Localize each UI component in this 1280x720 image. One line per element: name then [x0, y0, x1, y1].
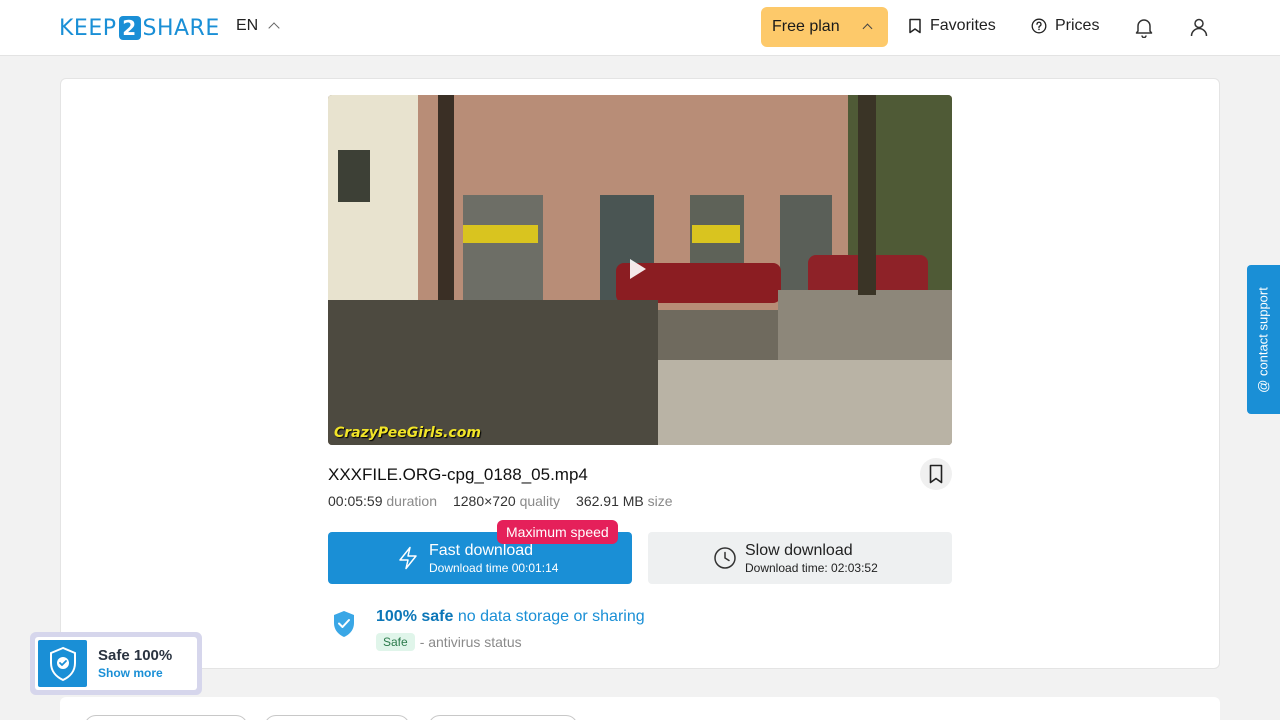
lower-card [60, 697, 1220, 720]
file-meta: 00:05:59 duration 1280×720 quality 362.9… [328, 493, 673, 509]
antivirus-status-label: - antivirus status [419, 634, 522, 650]
quality-label: quality [519, 493, 561, 509]
quality-value: 1280×720 [452, 493, 516, 509]
chevron-up-icon [268, 22, 280, 34]
plan-dropdown-button[interactable]: Free plan [761, 7, 888, 47]
file-name: XXXFILE.ORG-cpg_0188_05.mp4 [328, 465, 588, 484]
clock-icon [714, 547, 736, 569]
prices-label: Prices [1055, 17, 1100, 34]
bookmark-icon [929, 464, 943, 484]
maximum-speed-badge: Maximum speed [497, 520, 618, 544]
language-selector[interactable]: EN [236, 17, 280, 35]
safe-widget-shield [38, 640, 87, 687]
lower-tab-pill[interactable] [84, 715, 248, 720]
slow-download-button[interactable]: Slow download Download time: 02:03:52 [648, 532, 952, 584]
logo-text-right: SHARE [142, 15, 220, 41]
shield-check-icon [49, 646, 76, 681]
prices-link[interactable]: Prices [1031, 17, 1099, 35]
size-value: 362.91 MB [576, 493, 644, 509]
lightning-icon [399, 546, 417, 570]
safety-rest-text: no data storage or sharing [457, 608, 645, 625]
lower-tab-pill[interactable] [264, 715, 410, 720]
fast-download-time: Download time 00:01:14 [429, 561, 559, 575]
size-label: size [647, 493, 673, 509]
meta-size: 362.91 MB size [576, 493, 673, 509]
bookmark-button[interactable] [920, 458, 952, 490]
safe-widget-show-more[interactable]: Show more [98, 666, 163, 680]
chevron-up-icon [862, 23, 873, 34]
meta-quality: 1280×720 quality [453, 493, 560, 509]
slow-download-time: Download time: 02:03:52 [745, 561, 878, 575]
top-header: KEEP 2 SHARE EN Free plan Favorites Pric… [0, 0, 1280, 56]
slow-download-title: Slow download [745, 542, 853, 559]
account-button[interactable] [1186, 14, 1212, 40]
plan-label: Free plan [772, 18, 840, 35]
safety-bold-text: 100% safe [376, 608, 454, 625]
video-watermark: CrazyPeeGirls.com [334, 425, 481, 441]
meta-duration: 00:05:59 duration [328, 493, 437, 509]
language-label: EN [236, 17, 259, 34]
video-preview[interactable]: CrazyPeeGirls.com [328, 95, 952, 445]
notifications-button[interactable] [1131, 14, 1157, 40]
question-circle-icon [1031, 18, 1047, 34]
logo-text-left: KEEP [59, 15, 117, 41]
duration-value: 00:05:59 [328, 493, 383, 509]
shield-check-icon [334, 611, 354, 637]
logo-number: 2 [118, 16, 141, 40]
contact-support-tab[interactable]: @ contact support [1247, 265, 1280, 414]
keep2share-logo[interactable]: KEEP 2 SHARE [59, 14, 220, 42]
safe-status-badge: Safe [376, 633, 415, 651]
bell-icon [1135, 19, 1153, 38]
antivirus-status: Safe - antivirus status [376, 633, 522, 651]
safety-headline: 100% safe no data storage or sharing [376, 608, 645, 626]
bookmark-icon [909, 18, 921, 34]
safe-100-widget[interactable]: Safe 100% Show more [30, 632, 202, 695]
lower-tab-pill[interactable] [428, 715, 578, 720]
fast-download-title: Fast download [429, 542, 534, 559]
safe-widget-title: Safe 100% [98, 647, 173, 664]
duration-label: duration [386, 493, 437, 509]
favorites-label: Favorites [930, 17, 996, 34]
contact-support-label: @ contact support [1255, 287, 1271, 393]
safe-widget-inner: Safe 100% Show more [35, 637, 197, 690]
favorites-link[interactable]: Favorites [908, 17, 996, 35]
user-icon [1190, 18, 1208, 37]
play-icon [630, 259, 646, 279]
